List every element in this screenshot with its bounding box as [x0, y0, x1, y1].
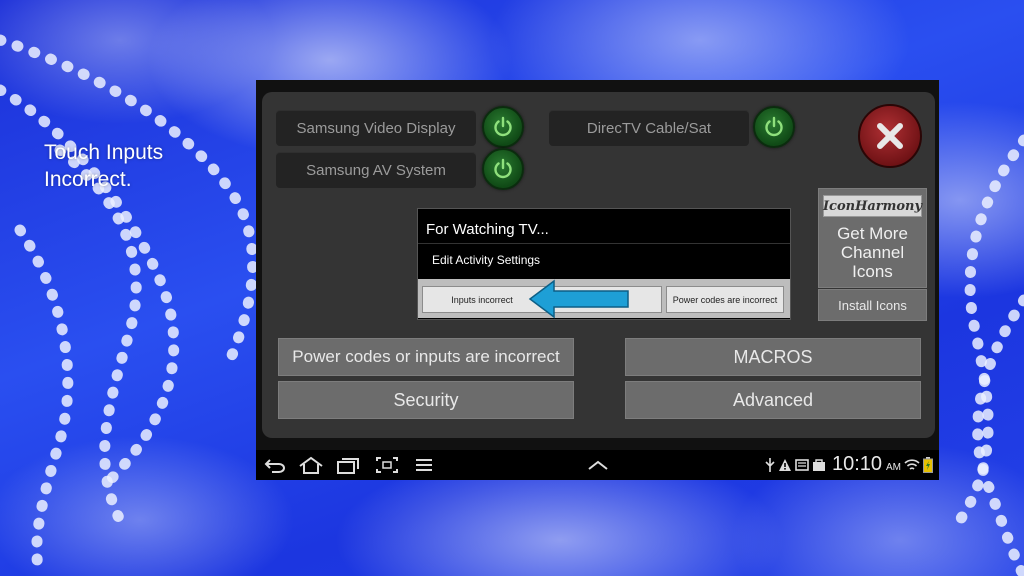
power-icon[interactable]: [753, 106, 795, 148]
dialog-button-bar: Inputs incorrect Power codes are incorre…: [418, 279, 790, 319]
power-icon[interactable]: [482, 106, 524, 148]
android-navigation-bar: 10:10 AM: [256, 450, 939, 480]
ih-line-1: Get More: [837, 224, 908, 243]
get-more-channel-icons-label: Get More Channel Icons: [819, 224, 926, 281]
security-label: Security: [393, 389, 459, 410]
dialog-title: For Watching TV...: [426, 221, 549, 238]
tablet-screen: Samsung Video Display DirecTV Cable/Sat …: [256, 80, 939, 480]
back-icon[interactable]: [264, 455, 286, 475]
notification-icon: [795, 455, 809, 475]
chevron-up-icon[interactable]: [586, 455, 610, 475]
get-more-channel-icons-button[interactable]: IconHarmony Get More Channel Icons: [818, 188, 927, 288]
store-icon: [812, 455, 826, 475]
power-codes-or-inputs-button[interactable]: Power codes or inputs are incorrect: [278, 338, 574, 376]
inputs-incorrect-label: Inputs incorrect: [451, 294, 513, 305]
install-icons-button[interactable]: Install Icons: [818, 289, 927, 321]
status-time: 10:10: [832, 453, 883, 475]
warning-icon: [778, 455, 792, 475]
caption-line-1: Touch Inputs: [44, 141, 164, 164]
arrow-left-icon: [528, 279, 629, 319]
battery-icon: [923, 455, 933, 475]
menu-icon[interactable]: [414, 455, 434, 475]
advanced-button[interactable]: Advanced: [625, 381, 921, 419]
device-label: Samsung AV System: [306, 161, 446, 179]
power-codes-or-inputs-label: Power codes or inputs are incorrect: [292, 347, 560, 366]
device-label: DirecTV Cable/Sat: [586, 119, 712, 137]
ih-line-3: Icons: [852, 262, 893, 281]
device-button-samsung-av-system[interactable]: Samsung AV System: [276, 152, 476, 188]
iconharmony-logo: IconHarmony: [823, 195, 922, 217]
activity-panel: Samsung Video Display DirecTV Cable/Sat …: [262, 92, 935, 438]
usb-icon: [764, 455, 776, 475]
device-label: Samsung Video Display: [296, 119, 456, 137]
home-icon[interactable]: [298, 455, 324, 475]
power-icon[interactable]: [482, 148, 524, 190]
activity-dialog: For Watching TV... Edit Activity Setting…: [417, 208, 791, 320]
install-icons-label: Install Icons: [838, 297, 907, 313]
security-button[interactable]: Security: [278, 381, 574, 419]
power-codes-incorrect-label: Power codes are incorrect: [672, 294, 778, 305]
power-codes-incorrect-button[interactable]: Power codes are incorrect: [666, 286, 784, 313]
edit-activity-settings-item[interactable]: Edit Activity Settings: [432, 253, 540, 267]
dialog-divider: [418, 243, 790, 244]
caption-line-2: Incorrect.: [44, 168, 132, 191]
recent-apps-icon[interactable]: [336, 455, 360, 475]
advanced-label: Advanced: [732, 389, 814, 410]
macros-button[interactable]: MACROS: [625, 338, 921, 376]
wifi-icon: [904, 455, 920, 475]
screenshot-icon[interactable]: [375, 455, 399, 475]
close-icon[interactable]: [858, 104, 922, 168]
device-button-directv[interactable]: DirecTV Cable/Sat: [549, 110, 749, 146]
device-button-samsung-video-display[interactable]: Samsung Video Display: [276, 110, 476, 146]
status-ampm: AM: [886, 462, 901, 473]
ih-line-2: Channel: [840, 243, 905, 262]
macros-label: MACROS: [733, 346, 813, 367]
instruction-caption: Touch Inputs Incorrect.: [44, 139, 244, 193]
